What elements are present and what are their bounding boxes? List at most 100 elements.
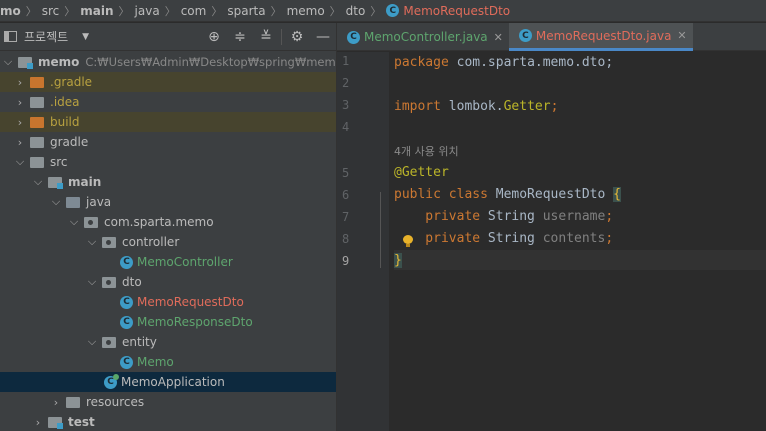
breadcrumb-current[interactable]: MemoRequestDto [403, 4, 510, 18]
tree-item-path: C:₩Users₩Admin₩Desktop₩spring₩memo [85, 55, 336, 69]
tree-item-memo-application[interactable]: C MemoApplication [0, 372, 336, 392]
tab-label: MemoRequestDto.java [535, 28, 672, 43]
project-view-icon [4, 31, 17, 42]
tree-item-memo[interactable]: ⌵ memo C:₩Users₩Admin₩Desktop₩spring₩mem… [0, 52, 336, 72]
breadcrumb-item[interactable]: dto [346, 4, 366, 18]
breadcrumb-item[interactable]: sparta [227, 4, 265, 18]
tree-item-label: resources [86, 395, 145, 409]
lightbulb-icon[interactable] [403, 235, 413, 247]
expand-all-icon[interactable]: ≑ [227, 29, 253, 45]
chevron-right-icon[interactable]: › [14, 116, 26, 129]
chevron-right-icon[interactable]: › [14, 136, 26, 149]
code-line: import lombok. Getter; [394, 98, 559, 114]
folder-icon [30, 96, 44, 108]
tree-item-java[interactable]: ⌵ java [0, 192, 336, 212]
chevron-right-icon[interactable]: › [14, 76, 26, 89]
locate-icon[interactable]: ⊕ [201, 29, 227, 45]
project-tree: ⌵ memo C:₩Users₩Admin₩Desktop₩spring₩mem… [0, 51, 336, 431]
project-panel-title[interactable]: 프로젝트 [24, 28, 68, 45]
class-icon: C [120, 255, 133, 269]
class-icon: C [347, 30, 360, 44]
class-icon: C [386, 4, 400, 17]
tree-item-controller[interactable]: ⌵ controller [0, 232, 336, 252]
editor-tabs: C MemoController.java ✕ C MemoRequestDto… [337, 23, 766, 51]
chevron-down-icon[interactable]: ⌵ [14, 155, 26, 169]
tab-memo-controller[interactable]: C MemoController.java ✕ [337, 23, 509, 51]
module-folder-icon [18, 56, 33, 69]
tree-item-label: .idea [50, 95, 80, 109]
package-icon [102, 236, 116, 248]
gear-icon[interactable]: ⚙ [284, 29, 310, 45]
tree-item-label: Memo [137, 355, 174, 369]
line-number: 9 [342, 254, 350, 268]
tree-item-label: memo [38, 55, 80, 69]
tree-item-src[interactable]: ⌵ src [0, 152, 336, 172]
tree-item-label: entity [122, 335, 157, 349]
close-icon[interactable]: ✕ [494, 31, 503, 44]
package-icon [102, 276, 116, 288]
chevron-right-icon[interactable]: › [14, 96, 26, 109]
chevron-right-icon[interactable]: › [50, 396, 62, 409]
line-number: 7 [342, 210, 350, 224]
breadcrumb-item[interactable]: src [42, 4, 60, 18]
line-number: 2 [342, 76, 350, 90]
chevron-down-icon[interactable]: ⌵ [2, 55, 14, 69]
code-line: private String username; [394, 208, 614, 224]
package-icon [84, 216, 98, 228]
line-number: 6 [342, 188, 350, 202]
collapse-all-icon[interactable]: ≚ [253, 29, 279, 45]
line-number: 5 [342, 166, 350, 180]
chevron-down-icon[interactable]: ⌵ [68, 215, 80, 229]
tree-item-gradle[interactable]: › gradle [0, 132, 336, 152]
tree-item-build[interactable]: › build [0, 112, 336, 132]
breadcrumb-item[interactable]: java [135, 4, 160, 18]
tree-item-entity[interactable]: ⌵ entity [0, 332, 336, 352]
tree-item-label: .gradle [50, 75, 93, 89]
usage-hint[interactable]: 4개 사용 위치 [394, 142, 459, 160]
folder-icon [30, 136, 44, 148]
line-number: 8 [342, 232, 350, 246]
tree-item-main[interactable]: ⌵ main [0, 172, 336, 192]
line-number: 4 [342, 120, 350, 134]
code-line: private String contents; [394, 230, 614, 246]
class-icon: C [518, 29, 532, 42]
minimize-icon[interactable]: — [310, 29, 336, 45]
code-area[interactable]: package com.sparta.memo.dto; import lomb… [394, 52, 766, 431]
tree-item-memo-controller[interactable]: C MemoController [0, 252, 336, 272]
tree-item-memo-response-dto[interactable]: C MemoResponseDto [0, 312, 336, 332]
breadcrumb-item[interactable]: com [181, 4, 207, 18]
tree-item-label: gradle [50, 135, 89, 149]
code-editor[interactable]: 1 2 3 4 5 6 7 8 9 package com.sparta.mem… [337, 52, 766, 431]
chevron-down-icon[interactable]: ▼ [82, 32, 89, 42]
close-icon[interactable]: ✕ [677, 29, 686, 42]
chevron-down-icon[interactable]: ⌵ [32, 175, 44, 189]
folder-icon [30, 116, 44, 128]
tree-item-dto[interactable]: ⌵ dto [0, 272, 336, 292]
tree-item-memo-request-dto[interactable]: C MemoRequestDto [0, 292, 336, 312]
tree-item-label: src [50, 155, 68, 169]
tree-item-memo-entity[interactable]: C Memo [0, 352, 336, 372]
tree-item-resources[interactable]: › resources [0, 392, 336, 412]
chevron-down-icon[interactable]: ⌵ [86, 275, 98, 289]
chevron-down-icon[interactable]: ⌵ [86, 235, 98, 249]
chevron-right-icon[interactable]: › [32, 416, 44, 429]
chevron-down-icon[interactable]: ⌵ [50, 195, 62, 209]
breadcrumb-item[interactable]: mo [0, 4, 21, 18]
resources-folder-icon [66, 396, 80, 408]
tree-item-gradle-hidden[interactable]: › .gradle [0, 72, 336, 92]
code-line-current: } [394, 250, 766, 270]
tree-item-label: main [68, 175, 102, 189]
test-folder-icon [48, 416, 63, 429]
spring-app-class-icon: C [104, 373, 119, 389]
tree-item-test[interactable]: › test [0, 412, 336, 431]
class-icon: C [120, 295, 133, 309]
chevron-down-icon[interactable]: ⌵ [86, 335, 98, 349]
tree-item-package[interactable]: ⌵ com.sparta.memo [0, 212, 336, 232]
breadcrumb-item[interactable]: main [80, 4, 113, 18]
breadcrumb-item[interactable]: memo [287, 4, 325, 18]
tree-item-idea[interactable]: › .idea [0, 92, 336, 112]
tree-item-label: test [68, 415, 95, 429]
tab-label: MemoController.java [364, 30, 488, 44]
folder-icon [30, 156, 44, 168]
tab-memo-request-dto[interactable]: C MemoRequestDto.java ✕ [508, 23, 693, 51]
